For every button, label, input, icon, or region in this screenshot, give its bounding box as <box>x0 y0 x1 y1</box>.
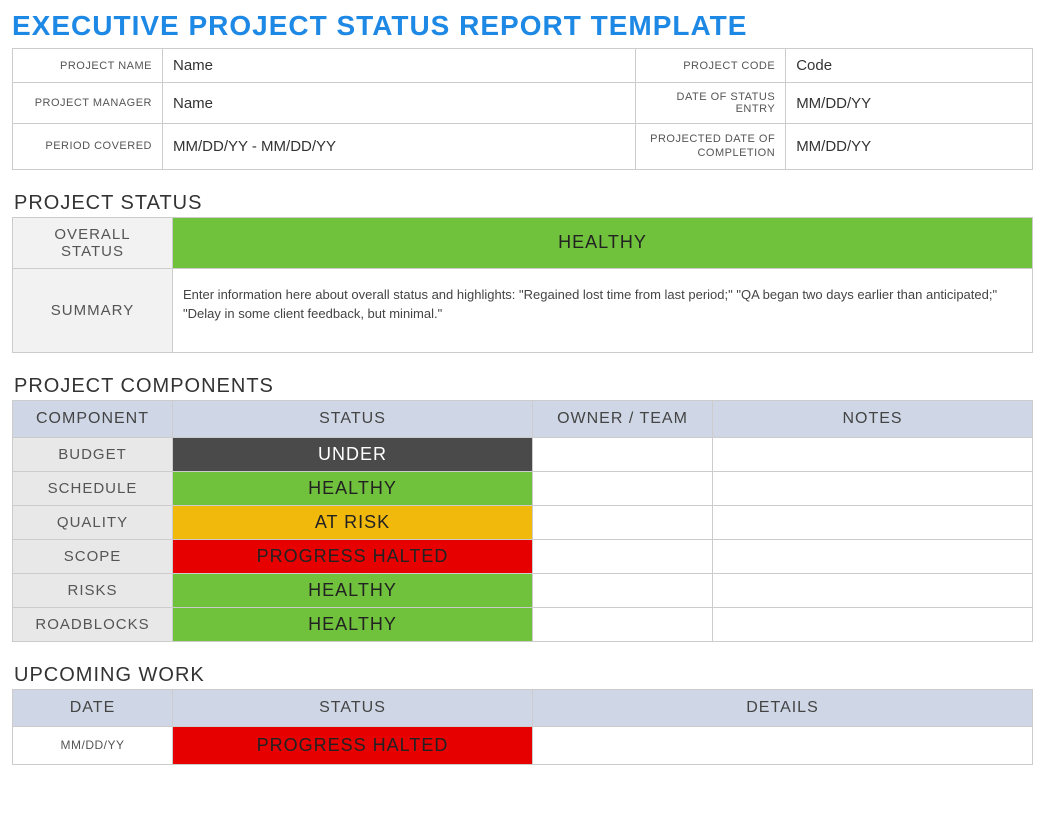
upcoming-details[interactable] <box>533 726 1033 764</box>
projected-completion-value[interactable]: MM/DD/YY <box>786 124 1033 170</box>
component-name: SCOPE <box>13 539 173 573</box>
upcoming-work-table: DATE STATUS DETAILS MM/DD/YYPROGRESS HAL… <box>12 689 1033 765</box>
component-name: RISKS <box>13 573 173 607</box>
component-row: SCHEDULEHEALTHY <box>13 471 1033 505</box>
component-row: SCOPEPROGRESS HALTED <box>13 539 1033 573</box>
upcoming-header-details: DETAILS <box>533 689 1033 726</box>
period-covered-value[interactable]: MM/DD/YY - MM/DD/YY <box>163 124 636 170</box>
component-owner[interactable] <box>533 573 713 607</box>
project-code-label: PROJECT CODE <box>636 49 786 83</box>
summary-value[interactable]: Enter information here about overall sta… <box>173 268 1033 352</box>
projected-completion-label: PROJECTED DATE OF COMPLETION <box>636 124 786 170</box>
component-owner[interactable] <box>533 607 713 641</box>
project-status-heading: PROJECT STATUS <box>14 192 1033 215</box>
overall-status-value[interactable]: HEALTHY <box>173 217 1033 268</box>
project-info-table: PROJECT NAME Name PROJECT CODE Code PROJ… <box>12 48 1033 170</box>
component-owner[interactable] <box>533 539 713 573</box>
component-row: RISKSHEALTHY <box>13 573 1033 607</box>
component-status[interactable]: HEALTHY <box>173 573 533 607</box>
period-covered-label: PERIOD COVERED <box>13 124 163 170</box>
component-row: BUDGETUNDER <box>13 437 1033 471</box>
component-status[interactable]: UNDER <box>173 437 533 471</box>
components-header-status: STATUS <box>173 400 533 437</box>
overall-status-label: OVERALL STATUS <box>13 217 173 268</box>
component-owner[interactable] <box>533 437 713 471</box>
upcoming-header-row: DATE STATUS DETAILS <box>13 689 1033 726</box>
project-name-label: PROJECT NAME <box>13 49 163 83</box>
component-owner[interactable] <box>533 505 713 539</box>
project-code-value[interactable]: Code <box>786 49 1033 83</box>
component-status[interactable]: HEALTHY <box>173 471 533 505</box>
date-status-entry-label: DATE OF STATUS ENTRY <box>636 83 786 124</box>
component-status[interactable]: AT RISK <box>173 505 533 539</box>
component-notes[interactable] <box>713 437 1033 471</box>
component-row: QUALITYAT RISK <box>13 505 1033 539</box>
component-notes[interactable] <box>713 539 1033 573</box>
components-header-notes: NOTES <box>713 400 1033 437</box>
date-status-entry-value[interactable]: MM/DD/YY <box>786 83 1033 124</box>
component-notes[interactable] <box>713 573 1033 607</box>
upcoming-status[interactable]: PROGRESS HALTED <box>173 726 533 764</box>
project-components-table: COMPONENT STATUS OWNER / TEAM NOTES BUDG… <box>12 400 1033 642</box>
upcoming-row: MM/DD/YYPROGRESS HALTED <box>13 726 1033 764</box>
project-components-heading: PROJECT COMPONENTS <box>14 375 1033 398</box>
upcoming-work-heading: UPCOMING WORK <box>14 664 1033 687</box>
component-name: BUDGET <box>13 437 173 471</box>
upcoming-header-status: STATUS <box>173 689 533 726</box>
component-name: QUALITY <box>13 505 173 539</box>
upcoming-date[interactable]: MM/DD/YY <box>13 726 173 764</box>
component-status[interactable]: PROGRESS HALTED <box>173 539 533 573</box>
component-name: ROADBLOCKS <box>13 607 173 641</box>
page-title: EXECUTIVE PROJECT STATUS REPORT TEMPLATE <box>12 10 1033 42</box>
project-name-value[interactable]: Name <box>163 49 636 83</box>
component-notes[interactable] <box>713 607 1033 641</box>
component-row: ROADBLOCKSHEALTHY <box>13 607 1033 641</box>
component-owner[interactable] <box>533 471 713 505</box>
project-status-table: OVERALL STATUS HEALTHY SUMMARY Enter inf… <box>12 217 1033 353</box>
project-manager-label: PROJECT MANAGER <box>13 83 163 124</box>
project-manager-value[interactable]: Name <box>163 83 636 124</box>
component-notes[interactable] <box>713 505 1033 539</box>
upcoming-header-date: DATE <box>13 689 173 726</box>
components-header-component: COMPONENT <box>13 400 173 437</box>
component-notes[interactable] <box>713 471 1033 505</box>
component-status[interactable]: HEALTHY <box>173 607 533 641</box>
component-name: SCHEDULE <box>13 471 173 505</box>
components-header-owner: OWNER / TEAM <box>533 400 713 437</box>
summary-label: SUMMARY <box>13 268 173 352</box>
components-header-row: COMPONENT STATUS OWNER / TEAM NOTES <box>13 400 1033 437</box>
